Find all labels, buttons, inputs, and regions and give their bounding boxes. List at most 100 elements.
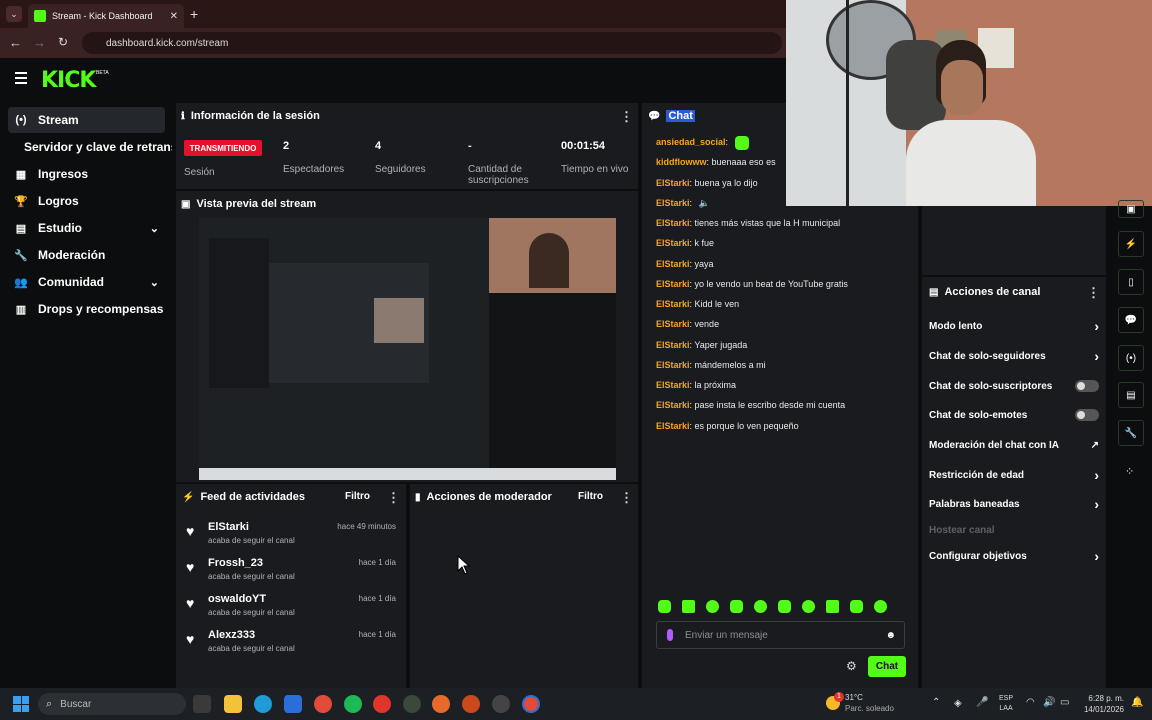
- action-banned-words[interactable]: Palabras baneadas ›: [929, 493, 1099, 515]
- tray-microphone-icon[interactable]: 🎤: [976, 697, 988, 708]
- obs-icon[interactable]: [492, 695, 510, 713]
- browser-tab[interactable]: Stream - Kick Dashboard ✕: [28, 4, 184, 28]
- sidebar-item-server-key[interactable]: Servidor y clave de retransmisión: [18, 134, 172, 160]
- tray-defender-icon[interactable]: ◈: [954, 698, 962, 709]
- emote-icon[interactable]: [658, 600, 671, 613]
- tab-list-button[interactable]: ⌄: [6, 6, 22, 22]
- kick-logo[interactable]: KICK: [41, 68, 96, 93]
- session-menu-icon[interactable]: ⋮: [620, 109, 633, 125]
- wifi-icon[interactable]: ◠: [1026, 697, 1035, 708]
- emotes-only-toggle[interactable]: [1075, 409, 1099, 421]
- stream-preview-video[interactable]: [199, 218, 616, 480]
- quick-action-broadcast-button[interactable]: (•): [1118, 345, 1144, 371]
- weather-widget[interactable]: 1 31°C Parc. soleado: [826, 692, 916, 716]
- firefox-icon[interactable]: [432, 695, 450, 713]
- sidebar-item-drops[interactable]: ▥ Drops y recompensas: [8, 296, 165, 322]
- preview-panel-title: ▣ Vista previa del stream: [181, 198, 316, 210]
- quick-action-notes-button[interactable]: ▯: [1118, 269, 1144, 295]
- microphone-icon[interactable]: [667, 629, 673, 641]
- emote-icon[interactable]: [682, 600, 695, 613]
- action-emotes-only[interactable]: Chat de solo-emotes: [929, 404, 1099, 426]
- action-followers-only[interactable]: Chat de solo-seguidores ›: [929, 345, 1099, 367]
- task-view-icon[interactable]: [193, 695, 211, 713]
- whatsapp-icon[interactable]: [403, 695, 421, 713]
- mod-filter-button[interactable]: Filtro: [578, 491, 603, 502]
- battery-icon[interactable]: ▭: [1060, 697, 1069, 708]
- action-ai-moderation[interactable]: Moderación del chat con IA ↗: [929, 434, 1099, 456]
- store-icon[interactable]: [284, 695, 302, 713]
- chat-message: ElStarki: k fue: [656, 238, 715, 248]
- feed-item-name: Alexz333: [208, 629, 256, 641]
- emote-icon[interactable]: [802, 600, 815, 613]
- chat-settings-icon[interactable]: ⚙: [846, 659, 857, 673]
- sidebar-item-label: Estudio: [38, 221, 82, 235]
- url-bar[interactable]: dashboard.kick.com/stream: [82, 32, 782, 54]
- chat-message: kiddflowww: buenaaa eso es: [656, 157, 776, 167]
- feed-menu-icon[interactable]: ⋮: [387, 490, 400, 506]
- emote-icon[interactable]: [778, 600, 791, 613]
- file-explorer-icon[interactable]: [224, 695, 242, 713]
- windows-start-icon[interactable]: [13, 696, 29, 712]
- sidebar-item-estudio[interactable]: ▤ Estudio ⌄: [8, 215, 165, 241]
- keyboard-language[interactable]: ESP LAA: [999, 694, 1013, 714]
- action-slow-mode[interactable]: Modo lento ›: [929, 315, 1099, 337]
- chevron-right-icon: ›: [1094, 348, 1099, 364]
- sidebar-item-ingresos[interactable]: ▦ Ingresos: [8, 161, 165, 187]
- clock[interactable]: 6:28 p. m. 14/01/2026: [1078, 693, 1124, 715]
- emote-icon[interactable]: [850, 600, 863, 613]
- volume-icon[interactable]: 🔊: [1043, 697, 1055, 708]
- emote-icon[interactable]: [706, 600, 719, 613]
- notifications-icon[interactable]: 🔔: [1131, 697, 1143, 708]
- quick-action-bolt-button[interactable]: ⚡: [1118, 231, 1144, 257]
- live-badge: TRANSMITIENDO: [184, 140, 262, 156]
- app-red-icon[interactable]: [373, 695, 391, 713]
- taskbar-search[interactable]: ⌕ Buscar: [38, 693, 186, 715]
- quick-action-more-icon[interactable]: ⁘: [1125, 465, 1134, 478]
- chat-input[interactable]: Enviar un mensaje ☻: [656, 621, 905, 649]
- moderator-actions-panel: [410, 484, 638, 688]
- sidebar-item-comunidad[interactable]: 👥 Comunidad ⌄: [8, 269, 165, 295]
- emote-icon[interactable]: [754, 600, 767, 613]
- close-tab-icon[interactable]: ✕: [170, 11, 178, 22]
- action-configure-goals[interactable]: Configurar objetivos ›: [929, 545, 1099, 567]
- send-chat-button[interactable]: Chat: [868, 656, 906, 677]
- app-orange-icon[interactable]: [462, 695, 480, 713]
- sidebar-item-stream[interactable]: (•) Stream: [8, 107, 165, 133]
- subscribers-only-toggle[interactable]: [1075, 380, 1099, 392]
- sidebar-item-moderacion[interactable]: 🔧 Moderación: [8, 242, 165, 268]
- channel-actions-divider: [922, 275, 1106, 277]
- action-age-restriction[interactable]: Restricción de edad ›: [929, 464, 1099, 486]
- emote-icon[interactable]: [826, 600, 839, 613]
- feed-filter-button[interactable]: Filtro: [345, 491, 370, 502]
- quick-action-top-button[interactable]: ▣: [1118, 200, 1144, 218]
- emote-icon: [734, 135, 749, 150]
- channel-actions-menu-icon[interactable]: ⋮: [1087, 285, 1100, 301]
- notification-badge: 1: [834, 692, 844, 702]
- chrome-icon[interactable]: [314, 695, 332, 713]
- quick-action-wrench-button[interactable]: 🔧: [1118, 420, 1144, 446]
- emoji-icon[interactable]: ☻: [885, 630, 896, 641]
- sidebar-item-label: Logros: [38, 194, 79, 208]
- reload-icon[interactable]: ↻: [58, 35, 68, 49]
- back-icon[interactable]: ←: [9, 35, 22, 50]
- feed-item-name: Frossh_23: [208, 557, 264, 569]
- shield-icon: ▮: [415, 491, 421, 503]
- edge-icon[interactable]: [254, 695, 272, 713]
- quick-action-chat-button[interactable]: 💬: [1118, 307, 1144, 333]
- forward-icon[interactable]: →: [33, 35, 46, 50]
- hamburger-menu-icon[interactable]: [15, 72, 27, 84]
- spotify-icon[interactable]: [344, 695, 362, 713]
- new-tab-button[interactable]: +: [190, 6, 198, 22]
- quick-action-layout-button[interactable]: ▤: [1118, 382, 1144, 408]
- heart-icon: ♥: [186, 595, 195, 611]
- emote-icon[interactable]: [874, 600, 887, 613]
- chat-message: ElStarki: mándemelos a mi: [656, 360, 766, 370]
- action-subscribers-only[interactable]: Chat de solo-suscriptores: [929, 375, 1099, 397]
- tray-chevron-up-icon[interactable]: ⌃: [932, 697, 940, 708]
- mod-menu-icon[interactable]: ⋮: [620, 490, 633, 506]
- emote-icon[interactable]: [730, 600, 743, 613]
- weather-temp: 31°C: [845, 693, 863, 702]
- sidebar-item-logros[interactable]: 🏆 Logros: [8, 188, 165, 214]
- settings-card-icon: ▤: [929, 286, 939, 298]
- chrome-active-icon[interactable]: [522, 695, 540, 713]
